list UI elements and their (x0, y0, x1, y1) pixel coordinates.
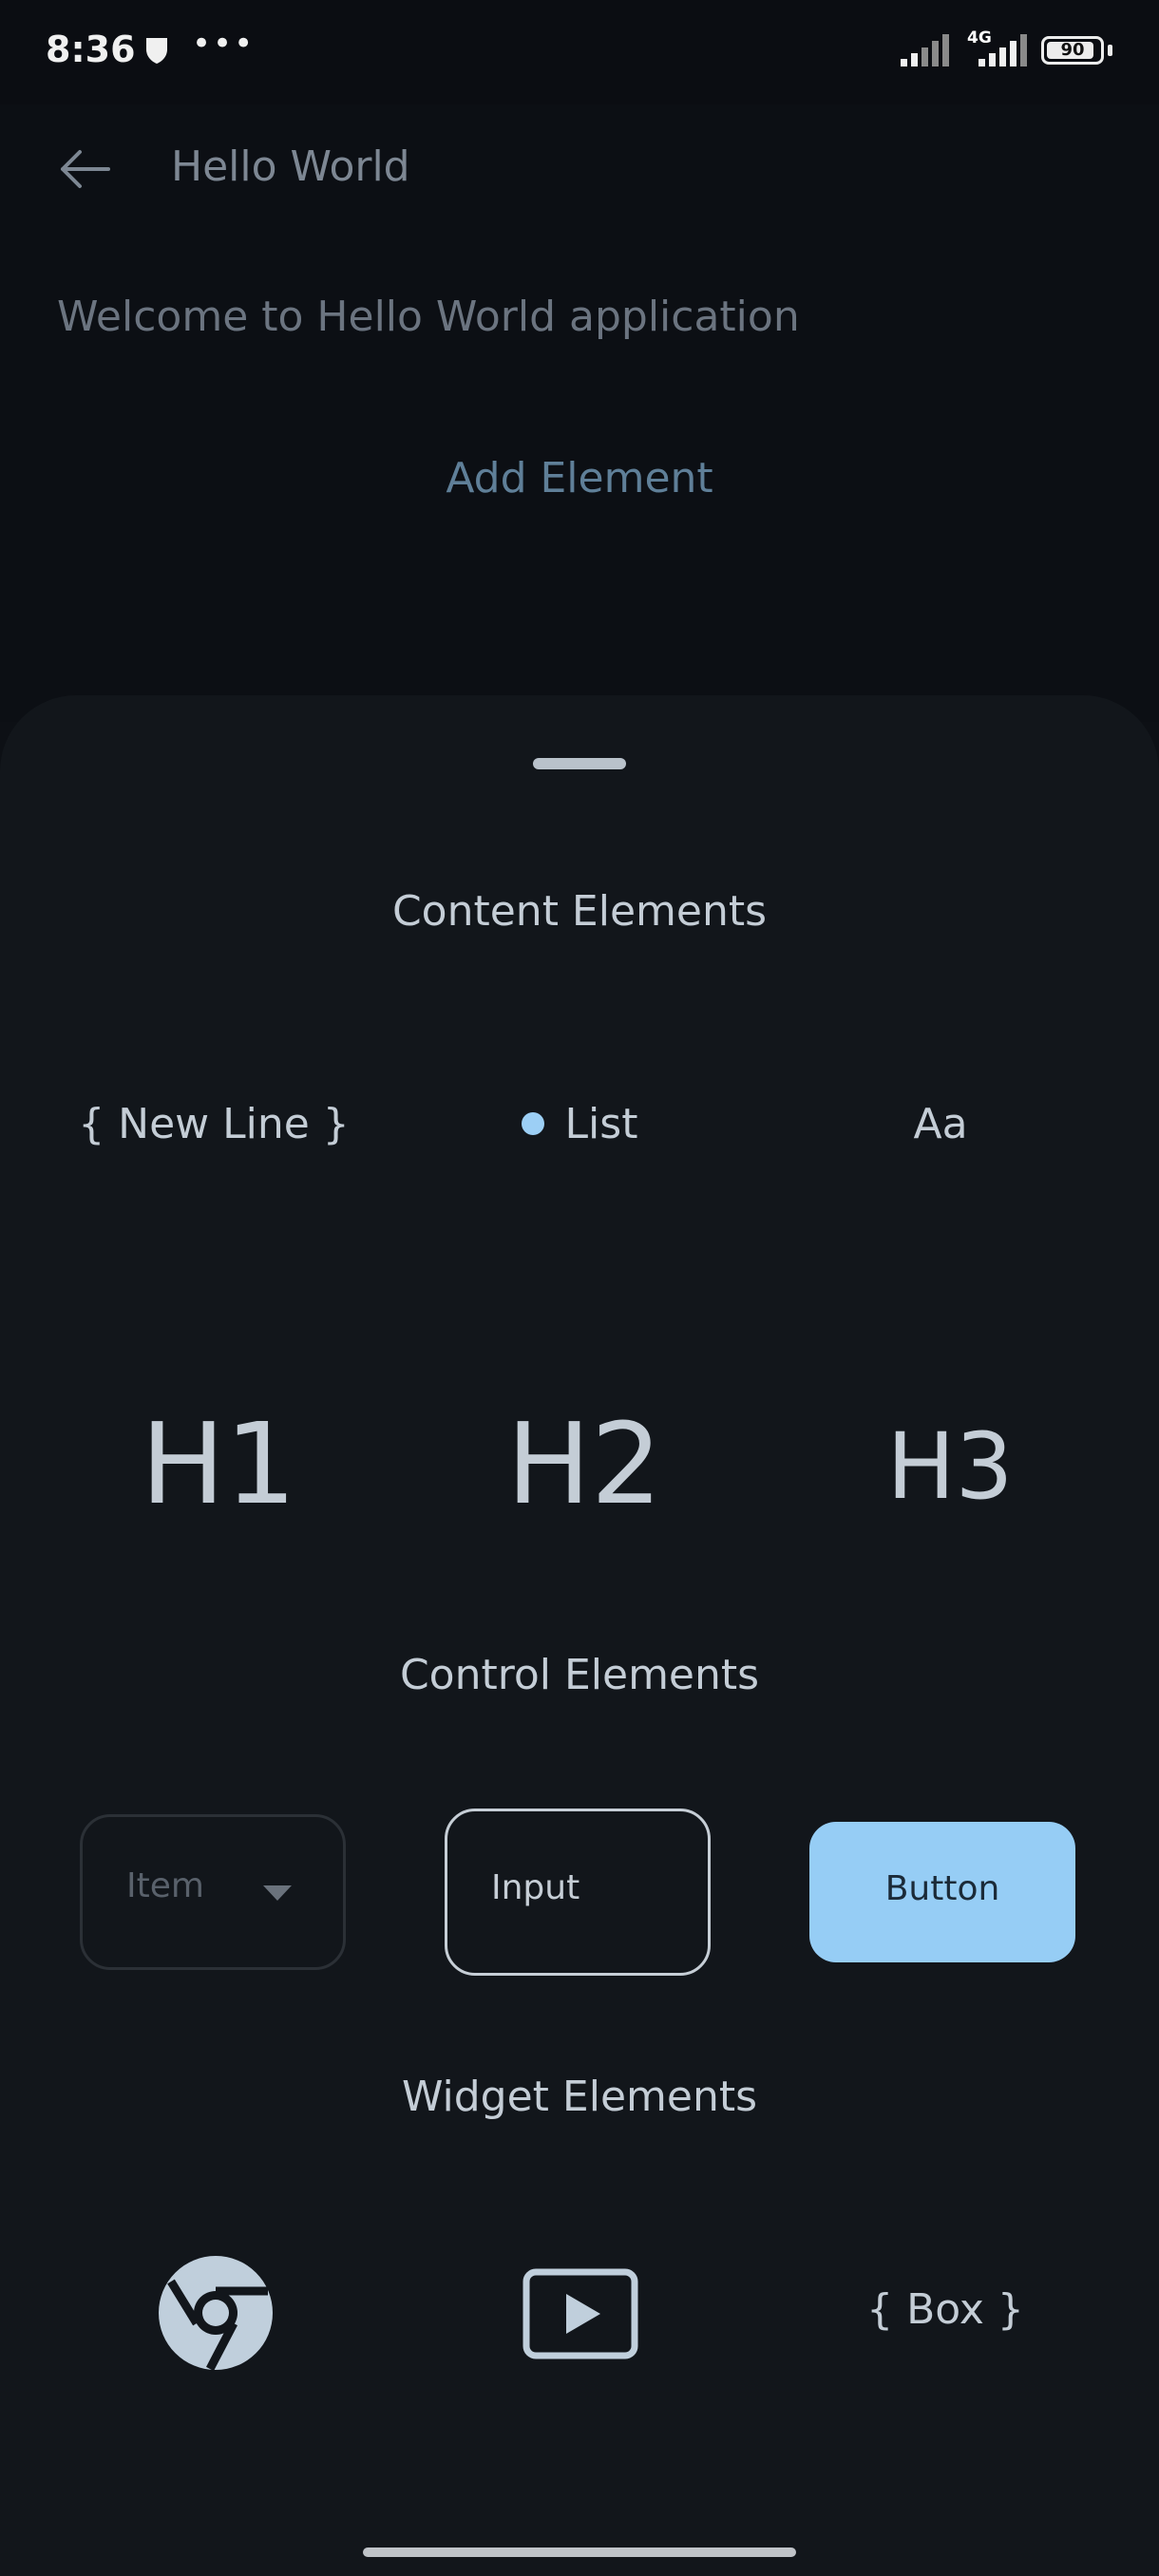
add-element-button[interactable]: Add Element (0, 454, 1159, 502)
box-element[interactable]: { Box } (803, 2285, 1088, 2334)
list-element[interactable]: List (428, 1100, 732, 1148)
h3-element[interactable]: H3 (798, 1413, 1102, 1520)
text-label: Aa (913, 1100, 968, 1148)
widget-elements-title: Widget Elements (401, 2073, 758, 2121)
battery-tip (1108, 45, 1112, 56)
signal-4g-icon (978, 34, 1027, 66)
caret-down-icon (263, 1885, 292, 1901)
signal-icon (901, 34, 949, 66)
input-element[interactable]: Input (445, 1809, 711, 1976)
content-elements-title: Content Elements (391, 887, 768, 936)
welcome-text: Welcome to Hello World application (57, 293, 800, 341)
h1-element[interactable]: H1 (66, 1398, 370, 1529)
dropdown-element[interactable]: Item (80, 1814, 346, 1970)
back-arrow-icon[interactable] (57, 146, 110, 192)
more-dots-icon: ••• (192, 25, 256, 63)
h2-label: H2 (506, 1398, 662, 1529)
sheet-drag-handle[interactable] (533, 758, 626, 769)
input-label: Input (491, 1868, 580, 1907)
new-line-label: { New Line } (78, 1100, 350, 1148)
box-label: { Box } (866, 2285, 1024, 2334)
h3-label: H3 (886, 1413, 1014, 1520)
h2-element[interactable]: H2 (432, 1398, 736, 1529)
new-line-element[interactable]: { New Line } (57, 1100, 370, 1148)
button-element[interactable]: Button (809, 1822, 1075, 1962)
h1-label: H1 (141, 1398, 296, 1529)
button-label: Button (884, 1869, 1000, 1908)
battery-level-text: 90 (1060, 40, 1085, 60)
battery-icon: 90 (1041, 36, 1104, 65)
bullet-icon (521, 1112, 544, 1135)
chrome-icon[interactable] (158, 2255, 274, 2371)
control-elements-title: Control Elements (399, 1651, 760, 1699)
app-background: 8:36 ••• 4G 90 Hello World Welcome to He… (0, 0, 1159, 722)
video-play-icon[interactable] (522, 2268, 638, 2359)
status-time: 8:36 (46, 28, 136, 70)
page-title: Hello World (171, 142, 410, 191)
text-element[interactable]: Aa (798, 1100, 1083, 1148)
dropdown-label: Item (126, 1866, 204, 1905)
list-label: List (564, 1100, 638, 1148)
home-indicator[interactable] (363, 2548, 796, 2557)
status-bar: 8:36 ••• 4G 90 (0, 0, 1159, 104)
shield-icon (146, 38, 167, 64)
